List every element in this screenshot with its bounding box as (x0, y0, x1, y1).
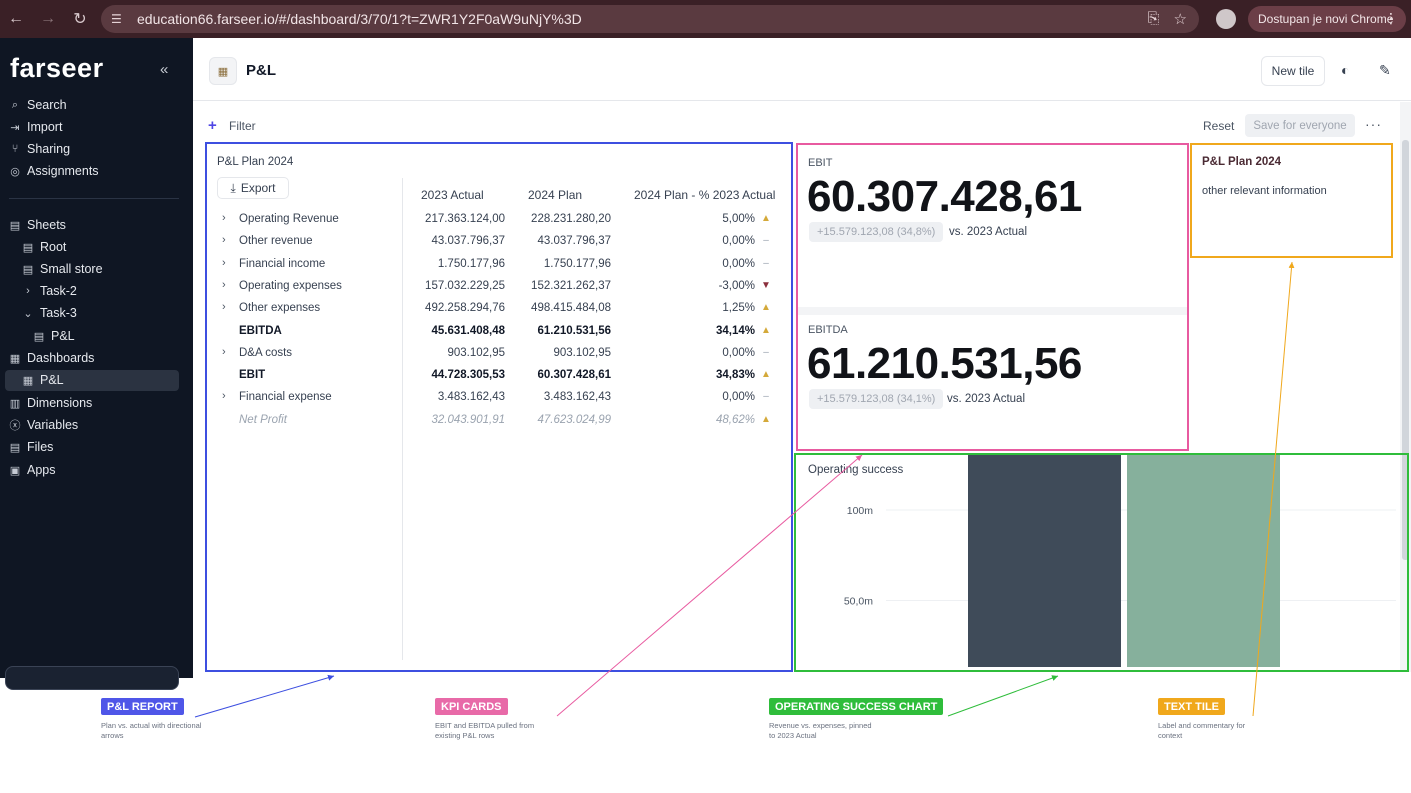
dashboard-icon: ▦ (209, 57, 237, 85)
sidebar-item-search[interactable]: ⌕ Search (9, 95, 67, 115)
pl-report-highlight (205, 142, 793, 672)
sidebar-item-label: Sharing (27, 142, 71, 156)
variables-icon: ⓧ (9, 420, 21, 432)
files-icon: ▤ (9, 441, 21, 454)
reload-icon[interactable]: ↻ (64, 0, 96, 38)
sidebar-item-import[interactable]: ⇥ Import (9, 117, 62, 137)
sheet-icon: ▤ (22, 263, 34, 276)
sidebar-item-root[interactable]: ▤ Root (22, 237, 67, 257)
sidebar-item-label: Apps (27, 463, 56, 477)
chart-highlight (794, 453, 1409, 672)
sidebar-item-label: Small store (40, 262, 103, 276)
dimensions-icon: ▥ (9, 397, 21, 410)
sidebar-item-files[interactable]: ▤ Files (9, 437, 54, 457)
sidebar-item-label: Files (27, 440, 54, 454)
headset-icon[interactable]: ◐ (1341, 62, 1349, 78)
annotation-tag-kpi-cards: KPI CARDS (435, 698, 508, 715)
page-title: P&L (246, 62, 276, 79)
dashboards-icon: ▦ (9, 352, 21, 365)
sidebar-item-label: Task-2 (40, 284, 77, 298)
sheets-icon: ▤ (9, 219, 21, 232)
sidebar-item-label: Assignments (27, 164, 99, 178)
save-for-everyone-button[interactable]: Save for everyone (1245, 114, 1355, 137)
sidebar-item-task-2[interactable]: › Task-2 (22, 281, 77, 301)
sidebar-item-sharing[interactable]: ⑂ Sharing (9, 139, 70, 159)
sidebar-item-apps[interactable]: ▣ Apps (9, 460, 56, 480)
sidebar-item-label: P&L (51, 329, 75, 343)
dashboard-header: ▦ P&L New tile ◐ ✎ (193, 38, 1411, 101)
annotation-tag-text-tile: TEXT TILE (1158, 698, 1225, 715)
profile-avatar[interactable] (1216, 9, 1236, 29)
chevron-right-icon: › (26, 285, 30, 297)
sidebar-divider (9, 198, 179, 199)
user-menu[interactable] (5, 666, 179, 690)
sidebar-item-label: Task-3 (40, 306, 77, 320)
chrome-update-label: Dostupan je novi Chrome (1258, 12, 1394, 26)
annotation-sub-text-tile: Label and commentary for context (1158, 721, 1246, 740)
import-icon: ⇥ (10, 121, 20, 134)
arrow-pl-report (194, 674, 335, 718)
screen: ← → ↻ ☰ education66.farseer.io/#/dashboa… (0, 0, 1411, 793)
sidebar-item-label: P&L (40, 373, 64, 387)
sheet-icon: ▤ (22, 241, 34, 254)
sheet-icon: ▤ (33, 330, 45, 343)
sidebar-item-dimensions[interactable]: ▥ Dimensions (9, 393, 93, 413)
edit-pencil-icon[interactable]: ✎ (1379, 62, 1391, 79)
clipboard-icon[interactable]: ⎘ (1148, 10, 1160, 28)
sidebar-item-label: Root (40, 240, 67, 254)
sidebar-item-dashboards[interactable]: ▦ Dashboards (9, 348, 95, 368)
kpi-cards-highlight (796, 143, 1189, 451)
sidebar-item-label: Import (27, 120, 63, 134)
new-tile-button[interactable]: New tile (1261, 56, 1325, 86)
assignments-icon: ◎ (10, 165, 20, 178)
chevron-down-icon: ⌄ (23, 307, 33, 320)
site-settings-icon[interactable]: ☰ (111, 12, 127, 26)
add-filter-icon[interactable]: + (208, 117, 217, 134)
url-text: education66.farseer.io/#/dashboard/3/70/… (137, 11, 582, 27)
filter-bar: + Filter Reset Save for everyone ··· (193, 102, 1411, 142)
dashboard-icon: ▦ (22, 374, 34, 387)
sidebar: farseer « ⌕ Search ⇥ Import ⑂ Sharing ◎ Assignm… (0, 38, 193, 690)
annotation-sub-pl-report: Plan vs. actual with directional arrows (101, 721, 202, 740)
reset-button[interactable]: Reset (1203, 119, 1234, 133)
address-bar[interactable]: ☰ education66.farseer.io/#/dashboard/3/7… (101, 5, 1199, 33)
annotation-sub-chart: Revenue vs. expenses, pinned to 2023 Act… (769, 721, 872, 740)
sidebar-item-task-3[interactable]: ⌄ Task-3 (22, 303, 77, 323)
annotation-tag-chart: OPERATING SUCCESS CHART (769, 698, 944, 715)
share-icon: ⑂ (11, 143, 19, 155)
chrome-update-button[interactable]: Dostupan je novi Chrome ⋮ (1248, 6, 1406, 32)
filter-button[interactable]: Filter (229, 119, 256, 133)
text-tile-highlight (1190, 143, 1393, 258)
sidebar-item-p-l[interactable]: ▤ P&L (33, 326, 75, 346)
apps-icon: ▣ (9, 464, 21, 477)
back-icon[interactable]: ← (0, 0, 32, 38)
bookmark-star-icon[interactable]: ☆ (1174, 10, 1187, 28)
sidebar-item-label: Variables (27, 418, 79, 432)
sidebar-item-p-l[interactable]: ▦ P&L (22, 370, 64, 390)
arrow-chart (947, 675, 1059, 717)
annotation-tag-pl-report: P&L REPORT (101, 698, 184, 715)
sidebar-item-small-store[interactable]: ▤ Small store (22, 259, 103, 279)
sidebar-item-assignments[interactable]: ◎ Assignments (9, 161, 99, 181)
kebab-menu-icon[interactable]: ⋮ (1384, 10, 1398, 27)
app-logo: farseer (10, 53, 104, 83)
forward-icon[interactable]: → (32, 0, 64, 38)
sidebar-item-label: Dimensions (27, 396, 93, 410)
more-options-icon[interactable]: ··· (1365, 116, 1382, 132)
sidebar-item-sheets[interactable]: ▤ Sheets (9, 215, 66, 235)
sidebar-item-variables[interactable]: ⓧ Variables (9, 415, 79, 435)
annotation-sub-kpi-cards: EBIT and EBITDA pulled from existing P&L… (435, 721, 535, 740)
sidebar-item-label: Dashboards (27, 351, 95, 365)
sidebar-item-label: Search (27, 98, 67, 112)
sidebar-item-label: Sheets (27, 218, 66, 232)
collapse-sidebar-icon[interactable]: « (160, 61, 168, 78)
search-icon: ⌕ (11, 98, 19, 111)
